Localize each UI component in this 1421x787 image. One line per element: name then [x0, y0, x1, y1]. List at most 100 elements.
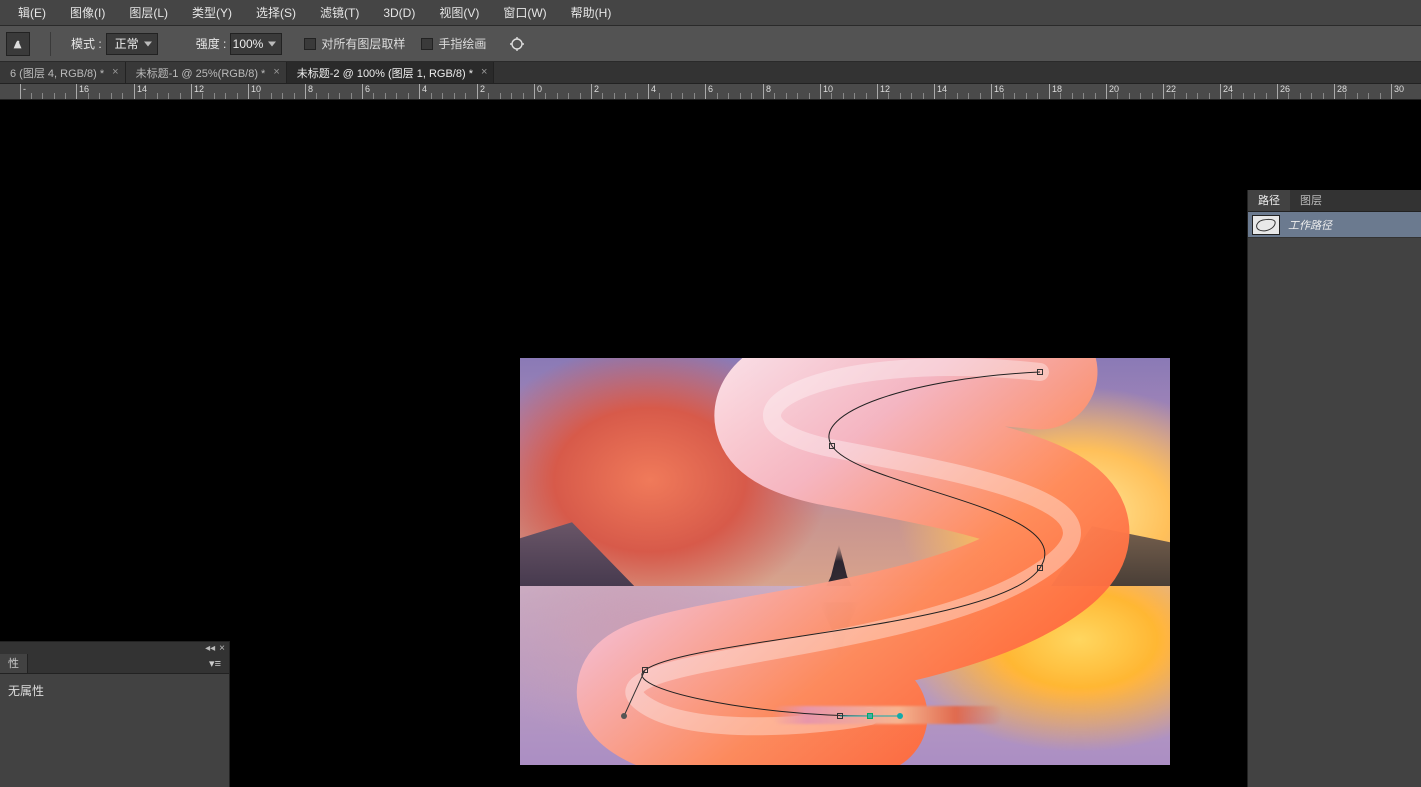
menu-3d[interactable]: 3D(D) [371, 0, 427, 26]
path-row-work-path[interactable]: 工作路径 [1248, 212, 1421, 238]
mode-dropdown[interactable]: 正常 [106, 33, 158, 55]
pressure-icon[interactable] [506, 33, 528, 55]
ruler-tick-minor [1243, 93, 1244, 99]
ruler-tick-minor [1209, 93, 1210, 99]
ruler-tick-minor [1380, 93, 1381, 99]
horizontal-ruler[interactable]: -161412108642024681012141618202224262830 [0, 84, 1421, 100]
separator [50, 32, 51, 56]
ruler-tick-minor [774, 93, 775, 99]
ruler-tick-minor [465, 93, 466, 99]
document-tab-title: 未标题-2 @ 100% (图层 1, RGB/8) * [297, 65, 473, 81]
properties-panel: ◂◂ × 性 ▾≡ 无属性 [0, 641, 230, 787]
ruler-tick-minor [728, 93, 729, 99]
ruler-tick-minor [568, 93, 569, 99]
strength-value: 100% [233, 37, 264, 51]
ruler-tick-major: 30 [1391, 84, 1404, 99]
ruler-tick-minor [237, 93, 238, 99]
path-anchor[interactable] [642, 667, 648, 673]
menu-image[interactable]: 图像(I) [58, 0, 117, 26]
ruler-tick-minor [968, 93, 969, 99]
sample-all-layers-checkbox[interactable] [304, 38, 316, 50]
ruler-tick-minor [545, 93, 546, 99]
path-anchor[interactable] [1037, 565, 1043, 571]
bezier-path-overlay[interactable] [520, 358, 1170, 765]
ruler-tick-minor [694, 93, 695, 99]
close-icon[interactable]: × [273, 67, 279, 78]
no-properties-label: 无属性 [8, 684, 44, 698]
path-handle[interactable] [621, 713, 627, 719]
ruler-tick-minor [111, 93, 112, 99]
paths-panel-tabs: 路径 图层 [1248, 190, 1421, 212]
ruler-tick-minor [888, 93, 889, 99]
menu-type[interactable]: 类型(Y) [180, 0, 244, 26]
properties-body: 无属性 [0, 674, 229, 707]
tab-layers[interactable]: 图层 [1290, 190, 1332, 211]
panel-controls: ◂◂ × [0, 642, 229, 654]
path-anchor[interactable] [1037, 369, 1043, 375]
ruler-tick-minor [1140, 93, 1141, 99]
ruler-tick-minor [373, 93, 374, 99]
document-tab-2[interactable]: 未标题-2 @ 100% (图层 1, RGB/8) * × [287, 62, 495, 83]
ruler-tick-minor [557, 93, 558, 99]
ruler-tick-minor [145, 93, 146, 99]
close-icon[interactable]: × [481, 67, 487, 78]
document-tab-1[interactable]: 未标题-1 @ 25%(RGB/8) * × [126, 62, 287, 83]
ruler-tick-major: 0 [534, 84, 542, 99]
ruler-tick-minor [88, 93, 89, 99]
ruler-tick-minor [454, 93, 455, 99]
close-icon[interactable]: × [219, 643, 225, 654]
ruler-tick-minor [809, 93, 810, 99]
menu-edit[interactable]: 辑(E) [6, 0, 58, 26]
tab-paths[interactable]: 路径 [1248, 190, 1290, 211]
ruler-tick-major: 8 [305, 84, 313, 99]
finger-painting-option[interactable]: 手指绘画 [421, 35, 486, 52]
strength-field[interactable]: 100% [230, 33, 282, 55]
ruler-tick-minor [157, 93, 158, 99]
ruler-tick-minor [797, 93, 798, 99]
menu-help[interactable]: 帮助(H) [559, 0, 624, 26]
ruler-tick-minor [1152, 93, 1153, 99]
document-tab-0[interactable]: 6 (图层 4, RGB/8) * × [0, 62, 126, 83]
menu-view[interactable]: 视图(V) [427, 0, 491, 26]
ruler-tick-minor [1037, 93, 1038, 99]
ruler-tick-minor [911, 93, 912, 99]
menu-filter[interactable]: 滤镜(T) [308, 0, 371, 26]
ruler-tick-major: 2 [477, 84, 485, 99]
ruler-tick-minor [659, 93, 660, 99]
finger-painting-checkbox[interactable] [421, 38, 433, 50]
smudge-tool-icon[interactable] [6, 32, 30, 56]
ruler-tick-minor [122, 93, 123, 99]
ruler-tick-minor [980, 93, 981, 99]
finger-painting-label: 手指绘画 [438, 35, 486, 52]
path-anchor-selected[interactable] [867, 713, 873, 719]
ruler-tick-minor [1197, 93, 1198, 99]
ruler-tick-minor [488, 93, 489, 99]
path-handle[interactable] [837, 713, 843, 719]
ruler-tick-minor [602, 93, 603, 99]
ruler-tick-minor [431, 93, 432, 99]
ruler-tick-minor [168, 93, 169, 99]
ruler-tick-minor [31, 93, 32, 99]
menu-select[interactable]: 选择(S) [244, 0, 308, 26]
ruler-tick-minor [1357, 93, 1358, 99]
ruler-tick-minor [99, 93, 100, 99]
path-handle[interactable] [897, 713, 903, 719]
ruler-tick-minor [843, 93, 844, 99]
ruler-tick-minor [866, 93, 867, 99]
collapse-icon[interactable]: ◂◂ [205, 643, 215, 654]
options-bar: 模式 : 正常 强度 : 100% 对所有图层取样 手指绘画 [0, 26, 1421, 62]
ruler-tick-minor [614, 93, 615, 99]
ruler-tick-minor [500, 93, 501, 99]
ruler-tick-minor [65, 93, 66, 99]
ruler-tick-minor [1072, 93, 1073, 99]
ruler-tick-minor [1174, 93, 1175, 99]
ruler-tick-minor [294, 93, 295, 99]
menu-window[interactable]: 窗口(W) [491, 0, 558, 26]
sample-all-layers-option[interactable]: 对所有图层取样 [304, 35, 405, 52]
menu-layer[interactable]: 图层(L) [117, 0, 180, 26]
panel-menu-icon[interactable]: ▾≡ [201, 654, 229, 673]
path-anchor[interactable] [829, 443, 835, 449]
close-icon[interactable]: × [112, 67, 118, 78]
ruler-tick-minor [408, 93, 409, 99]
properties-tab[interactable]: 性 [0, 654, 28, 673]
